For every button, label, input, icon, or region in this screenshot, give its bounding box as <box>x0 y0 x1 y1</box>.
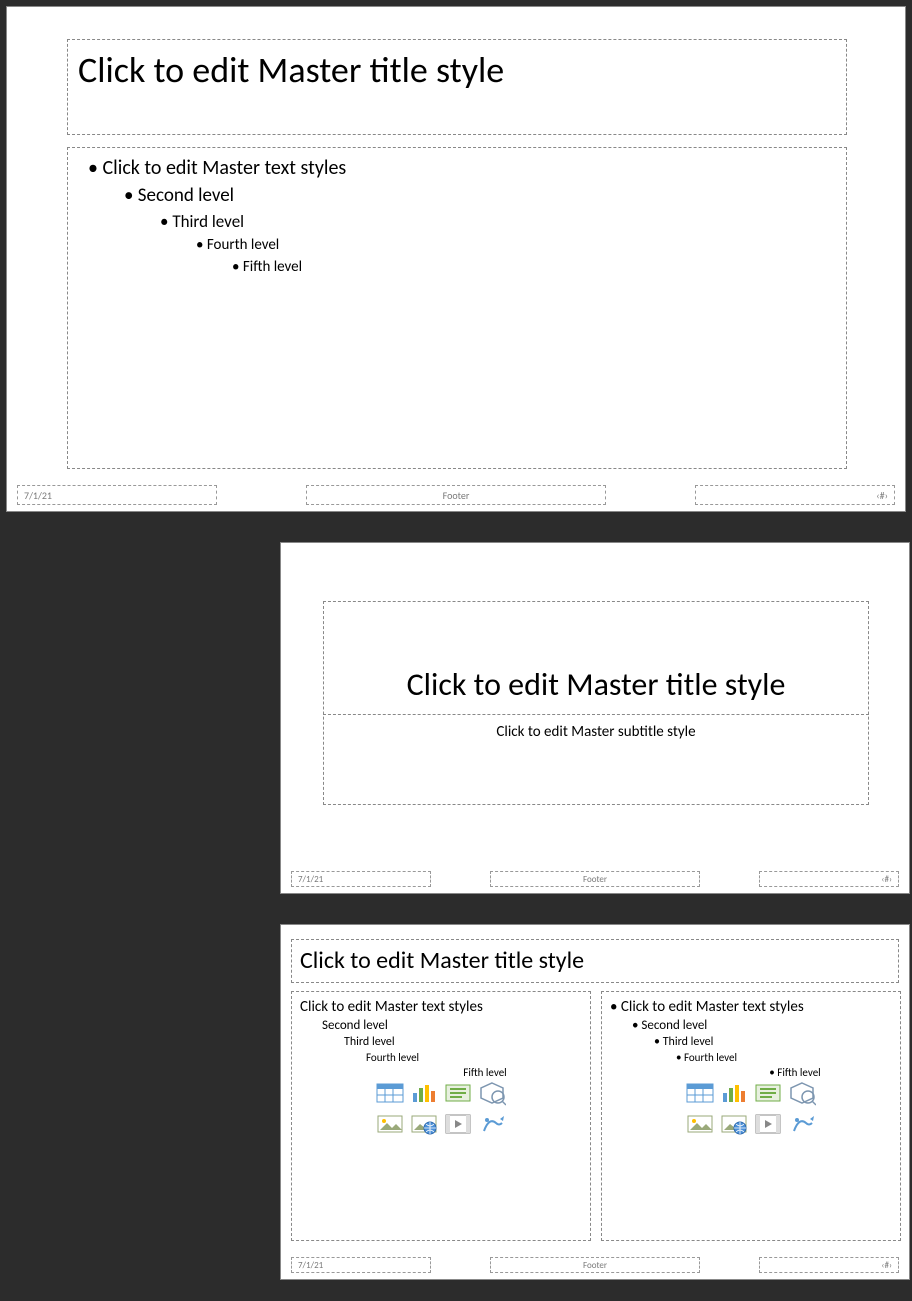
footer-row: 7/1/21 Footer ‹#› <box>281 1257 909 1273</box>
body-placeholder[interactable]: Click to edit Master text styles Second … <box>67 147 847 469</box>
insert-online-picture-icon[interactable] <box>409 1111 439 1137</box>
title-text: Click to edit Master title style <box>407 665 786 704</box>
level-5: Fifth level <box>388 1066 582 1079</box>
slide-two-content-layout: Click to edit Master title style Click t… <box>280 924 910 1280</box>
insert-table-icon[interactable] <box>685 1081 715 1107</box>
date-placeholder[interactable]: 7/1/21 <box>17 485 217 505</box>
level-2: Second level <box>124 184 832 207</box>
insert-picture-icon[interactable] <box>375 1111 405 1137</box>
slide-title-layout: Click to edit Master title style Click t… <box>280 542 910 894</box>
level-4: Fourth level <box>366 1051 582 1064</box>
insert-picture-icon[interactable] <box>685 1111 715 1137</box>
level-3: Third level <box>160 211 832 232</box>
title-text: Click to edit Master title style <box>78 48 504 92</box>
footer-placeholder[interactable]: Footer <box>306 485 606 505</box>
title-placeholder[interactable]: Click to edit Master title style <box>323 663 869 715</box>
insert-chart-icon[interactable] <box>409 1081 439 1107</box>
insert-video-icon[interactable] <box>753 1111 783 1137</box>
insert-3dmodel-icon[interactable] <box>787 1081 817 1107</box>
subtitle-placeholder[interactable]: Click to edit Master subtitle style <box>323 719 869 749</box>
level-5: Fifth level <box>232 258 832 276</box>
content-right-placeholder[interactable]: Click to edit Master text styles Second … <box>601 991 901 1241</box>
level-2: Second level <box>322 1018 582 1033</box>
footer-placeholder[interactable]: Footer <box>490 871 700 887</box>
insert-stock-icon[interactable] <box>787 1111 817 1137</box>
slidenum-placeholder[interactable]: ‹#› <box>759 1257 899 1273</box>
level-5: Fifth level <box>698 1066 892 1079</box>
insert-smartart-icon[interactable] <box>753 1081 783 1107</box>
footer-row: 7/1/21 Footer ‹#› <box>7 485 905 505</box>
date-placeholder[interactable]: 7/1/21 <box>291 871 431 887</box>
footer-placeholder[interactable]: Footer <box>490 1257 700 1273</box>
insert-smartart-icon[interactable] <box>443 1081 473 1107</box>
insert-table-icon[interactable] <box>375 1081 405 1107</box>
content-left-placeholder[interactable]: Click to edit Master text styles Second … <box>291 991 591 1241</box>
slide-master: Click to edit Master title style Click t… <box>6 6 906 512</box>
level-4: Fourth level <box>676 1051 892 1064</box>
insert-stock-icon[interactable] <box>477 1111 507 1137</box>
level-3: Third level <box>344 1035 582 1049</box>
slidenum-placeholder[interactable]: ‹#› <box>759 871 899 887</box>
insert-online-picture-icon[interactable] <box>719 1111 749 1137</box>
insert-chart-icon[interactable] <box>719 1081 749 1107</box>
footer-row: 7/1/21 Footer ‹#› <box>281 871 909 887</box>
content-icon-palette <box>685 1081 817 1137</box>
content-icon-palette <box>375 1081 507 1137</box>
level-1: Click to edit Master text styles <box>300 998 582 1016</box>
insert-3dmodel-icon[interactable] <box>477 1081 507 1107</box>
insert-video-icon[interactable] <box>443 1111 473 1137</box>
title-text: Click to edit Master title style <box>300 946 584 975</box>
level-1: Click to edit Master text styles <box>610 998 892 1016</box>
subtitle-text: Click to edit Master subtitle style <box>496 723 695 741</box>
level-4: Fourth level <box>196 236 832 254</box>
level-1: Click to edit Master text styles <box>88 156 832 180</box>
title-placeholder[interactable]: Click to edit Master title style <box>67 39 847 135</box>
title-placeholder[interactable]: Click to edit Master title style <box>291 939 899 983</box>
slidenum-placeholder[interactable]: ‹#› <box>695 485 895 505</box>
level-3: Third level <box>654 1035 892 1049</box>
date-placeholder[interactable]: 7/1/21 <box>291 1257 431 1273</box>
level-2: Second level <box>632 1018 892 1033</box>
